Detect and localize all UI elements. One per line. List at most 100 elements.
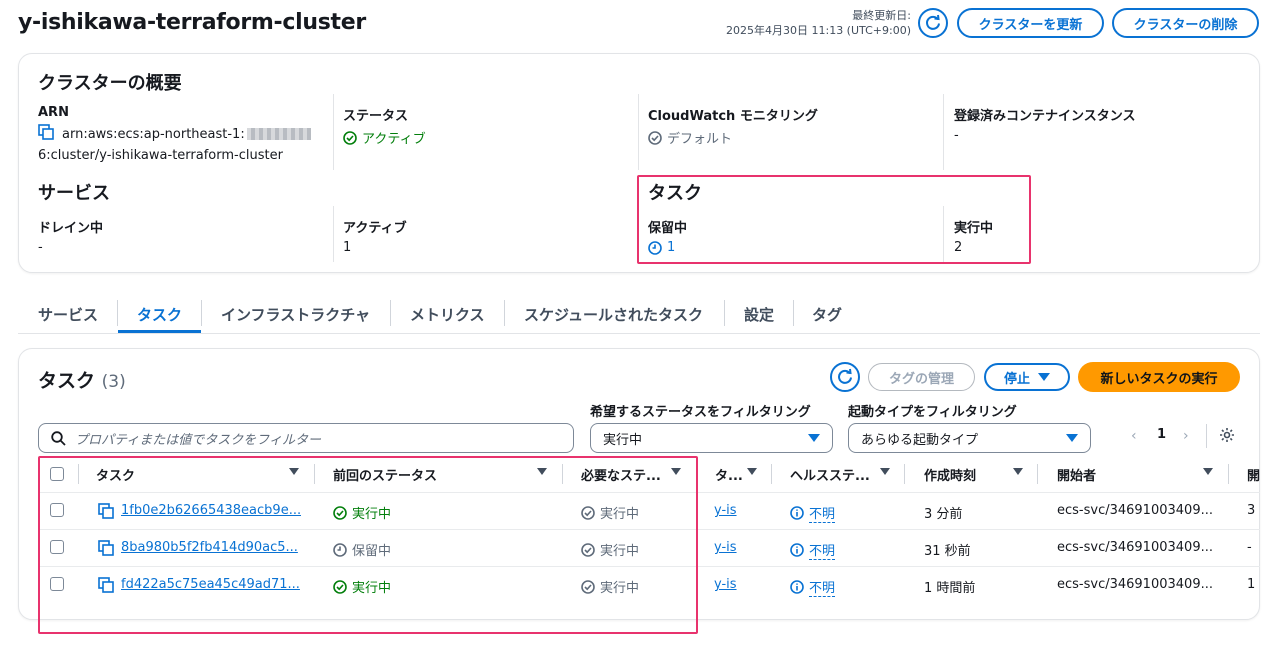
- status-field: ステータス アクティブ: [343, 105, 426, 147]
- caret-down-icon: [1066, 434, 1078, 442]
- column-header-started-by[interactable]: 開始者: [1057, 465, 1096, 484]
- refresh-button[interactable]: [918, 8, 948, 38]
- extra-cell: 1: [1247, 577, 1256, 592]
- created-at-cell: 31 秒前: [924, 544, 971, 559]
- caret-down-icon: [1038, 373, 1050, 381]
- column-header-health-status[interactable]: ヘルスステ...: [790, 465, 870, 484]
- tab-separator: [793, 300, 794, 326]
- last-updated: 最終更新日: 2025年4月30日 11:13 (UTC+9:00): [726, 8, 911, 38]
- stop-dropdown-button[interactable]: 停止: [984, 363, 1070, 391]
- tab-infrastructure[interactable]: インフラストラクチャ: [221, 304, 370, 325]
- status-label: ステータス: [343, 109, 409, 124]
- desired-status-select[interactable]: 実行中: [590, 423, 833, 453]
- health-status-text: 不明: [809, 577, 836, 597]
- caret-down-icon: [808, 434, 820, 442]
- prev-page-icon[interactable]: ‹: [1131, 428, 1137, 444]
- cloudwatch-field: CloudWatch モニタリング デフォルト: [648, 105, 818, 147]
- services-heading: サービス: [38, 183, 110, 204]
- copy-icon[interactable]: [38, 124, 54, 144]
- manage-tags-button[interactable]: タグの管理: [868, 363, 975, 391]
- info-icon: [790, 506, 804, 520]
- task-definition-link[interactable]: y-is: [714, 577, 737, 592]
- task-definition-link[interactable]: y-is: [714, 503, 737, 518]
- tab-separator: [117, 300, 118, 326]
- tasks-heading-text: タスク: [38, 370, 96, 392]
- tab-tasks[interactable]: タスク: [137, 304, 182, 325]
- column-separator: [1228, 464, 1229, 484]
- last-updated-value: 2025年4月30日 11:13 (UTC+9:00): [726, 24, 911, 37]
- search-placeholder: プロパティまたは値でタスクをフィルター: [75, 432, 321, 448]
- refresh-icon: [838, 368, 852, 384]
- active-services-label: アクティブ: [343, 221, 407, 236]
- tab-scheduled-tasks[interactable]: スケジュールされたタスク: [524, 304, 703, 325]
- info-icon: [790, 580, 804, 594]
- arn-value-line1: arn:aws:ecs:ap-northeast-1:: [62, 126, 245, 142]
- started-by-cell: ecs-svc/34691003409...: [1057, 540, 1213, 555]
- launch-type-label: 起動タイプをフィルタリング: [848, 405, 1017, 420]
- instances-field: 登録済みコンテナインスタンス -: [954, 105, 1135, 143]
- tasks-heading: タスク (3): [38, 366, 126, 393]
- launch-type-select[interactable]: あらゆる起動タイプ: [848, 423, 1091, 453]
- health-status-cell[interactable]: 不明: [790, 577, 836, 597]
- success-icon: [343, 130, 357, 145]
- extra-cell: -: [1247, 540, 1252, 555]
- health-status-cell[interactable]: 不明: [790, 540, 836, 560]
- tab-separator: [724, 300, 725, 326]
- check-circle-icon: [648, 130, 662, 145]
- task-search-input[interactable]: プロパティまたは値でタスクをフィルター: [38, 423, 574, 453]
- tab-services[interactable]: サービス: [38, 304, 98, 325]
- started-by-cell: ecs-svc/34691003409...: [1057, 577, 1213, 592]
- cloudwatch-value: デフォルト: [667, 132, 733, 147]
- tab-configuration[interactable]: 設定: [744, 304, 774, 325]
- divider: [333, 206, 334, 262]
- update-cluster-button[interactable]: クラスターを更新: [957, 8, 1104, 38]
- status-value: アクティブ: [362, 132, 426, 147]
- info-icon: [790, 543, 804, 557]
- column-header-more[interactable]: 開: [1247, 465, 1260, 484]
- stop-label: 停止: [1003, 371, 1030, 387]
- sort-icon[interactable]: [747, 468, 757, 475]
- divider: [943, 94, 944, 170]
- column-header-created-at[interactable]: 作成時刻: [924, 465, 976, 484]
- refresh-tasks-button[interactable]: [830, 362, 860, 392]
- launch-type-value: あらゆる起動タイプ: [861, 432, 979, 448]
- delete-cluster-button[interactable]: クラスターの削除: [1112, 8, 1259, 38]
- started-by-cell: ecs-svc/34691003409...: [1057, 503, 1213, 518]
- next-page-icon[interactable]: ›: [1183, 428, 1189, 444]
- overview-heading: クラスターの概要: [38, 73, 182, 94]
- health-status-cell[interactable]: 不明: [790, 503, 836, 523]
- divider: [333, 94, 334, 170]
- cloudwatch-label: CloudWatch モニタリング: [648, 109, 818, 124]
- health-status-text: 不明: [809, 503, 836, 523]
- settings-gear-icon[interactable]: [1219, 427, 1235, 443]
- sort-icon[interactable]: [1203, 468, 1213, 475]
- desired-status-value: 実行中: [603, 432, 643, 448]
- page-title: y-ishikawa-terraform-cluster: [18, 10, 366, 35]
- task-definition-link[interactable]: y-is: [714, 540, 737, 555]
- draining-value: -: [38, 240, 43, 255]
- column-separator: [1037, 464, 1038, 484]
- last-updated-label: 最終更新日:: [852, 9, 911, 22]
- column-header-task-definition[interactable]: タ...: [715, 465, 743, 484]
- health-status-text: 不明: [809, 540, 836, 560]
- divider: [638, 94, 639, 170]
- tabs-divider: [18, 333, 1260, 334]
- task-table-highlight: [38, 456, 698, 634]
- draining-label: ドレイン中: [38, 221, 104, 236]
- sort-icon[interactable]: [880, 468, 890, 475]
- tab-tags[interactable]: タグ: [812, 304, 842, 325]
- column-separator: [771, 464, 772, 484]
- sort-icon[interactable]: [1013, 468, 1023, 475]
- run-new-task-button[interactable]: 新しいタスクの実行: [1078, 362, 1240, 392]
- created-at-cell: 3 分前: [924, 507, 963, 522]
- redacted-block: [246, 128, 311, 140]
- page-number[interactable]: 1: [1157, 427, 1166, 442]
- draining-field: ドレイン中 -: [38, 217, 103, 255]
- arn-value-line2: 6:cluster/y-ishikawa-terraform-cluster: [38, 148, 283, 163]
- tab-metrics[interactable]: メトリクス: [410, 304, 485, 325]
- tasks-count: (3): [101, 372, 126, 392]
- tab-separator: [201, 300, 202, 326]
- tab-separator: [390, 300, 391, 326]
- arn-label: ARN: [38, 105, 69, 120]
- created-at-cell: 1 時間前: [924, 581, 976, 596]
